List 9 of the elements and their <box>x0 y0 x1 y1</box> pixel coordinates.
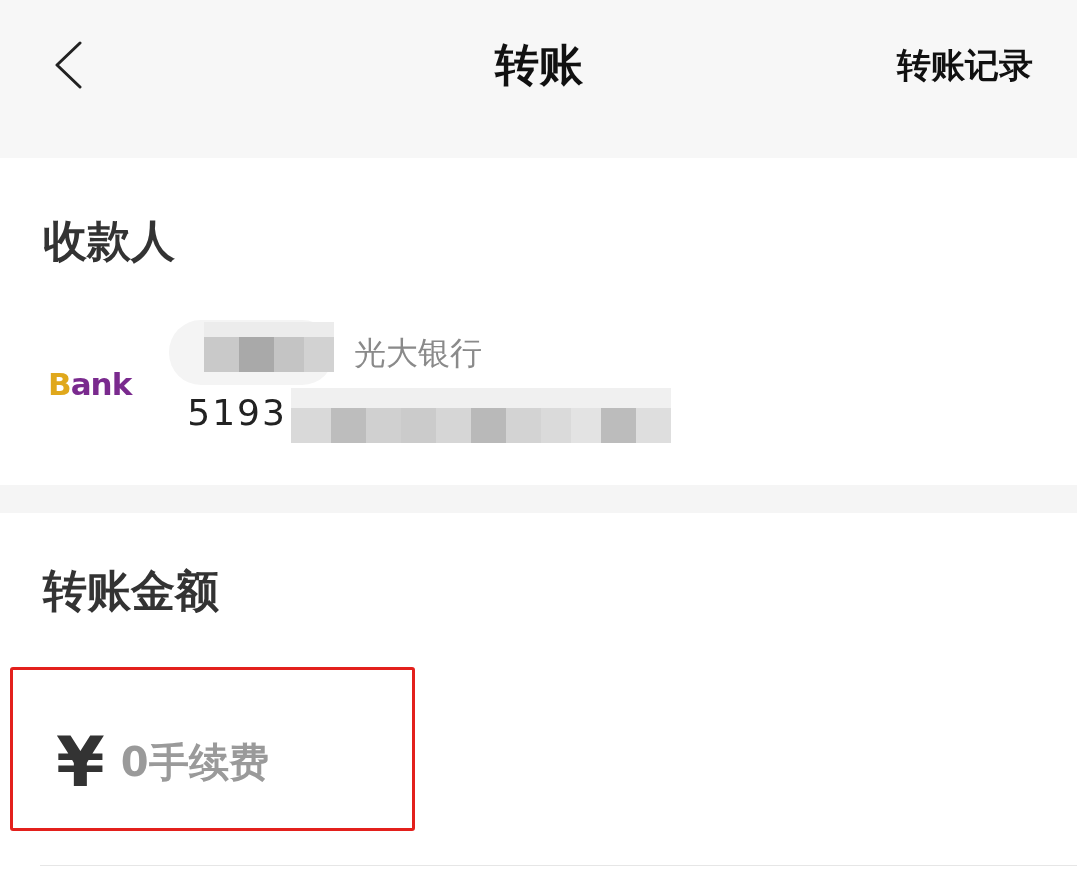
bank-logo: Bank <box>48 366 132 402</box>
amount-heading: 转账金额 <box>43 564 219 617</box>
amount-input[interactable]: 0手续费 <box>120 732 441 792</box>
transfer-history-link[interactable]: 转账记录 <box>897 42 1033 87</box>
payee-heading: 收款人 <box>43 214 175 267</box>
page-title: 转账 <box>494 38 583 91</box>
bank-name: 光大银行 <box>354 332 483 373</box>
card-number: 5193 <box>187 391 287 435</box>
currency-symbol: ¥ <box>56 722 105 802</box>
